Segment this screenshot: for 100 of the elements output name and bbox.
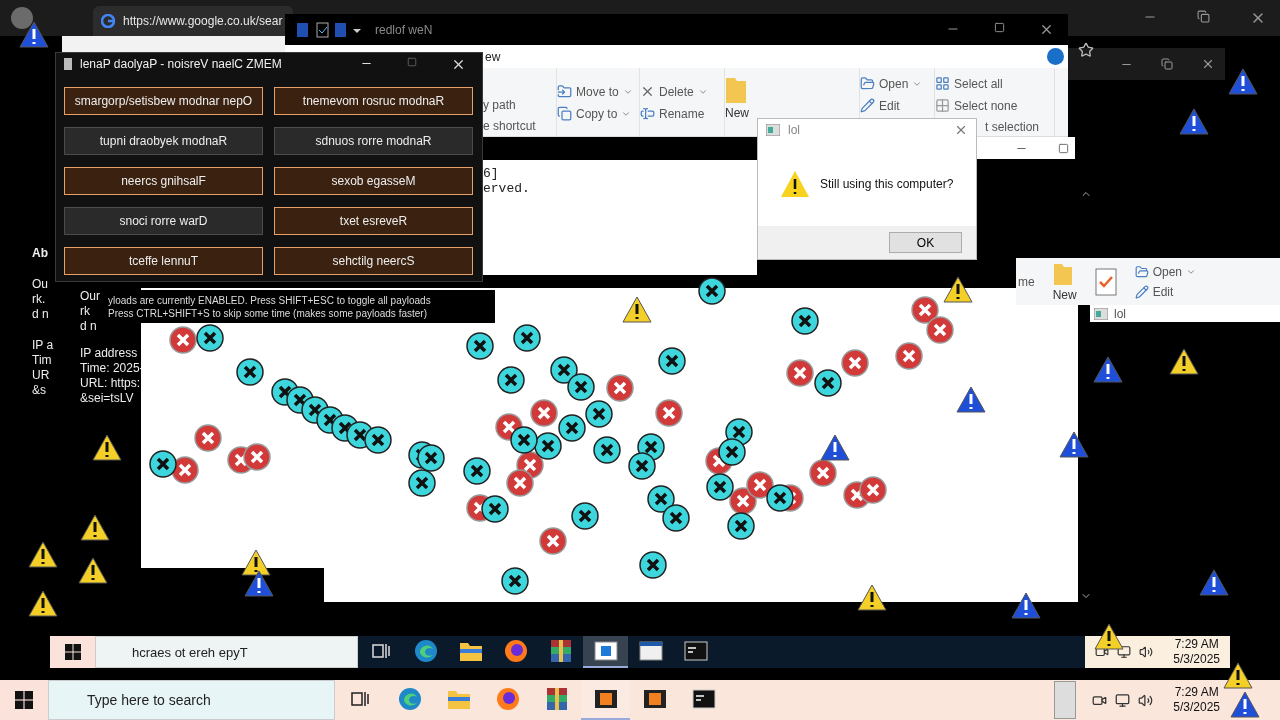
windows-icon [64, 644, 81, 660]
ribbon-item[interactable]: Rename [640, 106, 705, 121]
warning-icon [1094, 623, 1124, 650]
ribbon-label[interactable]: me [1018, 274, 1035, 289]
open-icon [860, 76, 875, 91]
ribbon-tab[interactable]: ew [485, 49, 501, 64]
x-circle-icon [571, 502, 599, 530]
page-text: Ou [32, 277, 48, 292]
x-circle-icon [706, 473, 734, 501]
star-icon[interactable] [1078, 42, 1094, 58]
payload-toggle[interactable]: txet esreveR [274, 207, 473, 235]
close-icon[interactable] [1201, 57, 1215, 71]
ribbon-item[interactable]: Delete [640, 84, 708, 99]
payload-toggle[interactable]: tnemevom rosruc modnaR [274, 87, 473, 115]
folder-icon [725, 76, 747, 104]
payload-toggle[interactable]: sdnuos rorre modnaR [274, 127, 473, 155]
rename-icon [640, 106, 655, 121]
slides-icon [593, 689, 618, 709]
network-icon[interactable] [1115, 692, 1131, 708]
ribbon-item[interactable]: Select none [935, 98, 1018, 113]
ribbon-item[interactable]: Edit [860, 98, 900, 113]
volume-icon[interactable] [1138, 692, 1154, 708]
ribbon-item[interactable]: Move to [557, 84, 633, 99]
page-text: IP a [32, 338, 54, 353]
volume-icon[interactable] [1139, 645, 1154, 659]
payload-toggle[interactable]: sexob egasseM [274, 167, 473, 195]
payload-toggle[interactable]: smargorp/setisbew modnar nepO [64, 87, 263, 115]
ribbon-item[interactable]: y path [483, 98, 516, 112]
x-circle-icon [149, 450, 177, 478]
edit-icon [1134, 284, 1149, 299]
search-field[interactable]: hcraes ot ereh epyT [95, 636, 358, 668]
folder-icon [458, 640, 483, 662]
archive-icon [545, 687, 568, 711]
ribbon-label[interactable]: New [1052, 287, 1077, 302]
alert-icon [956, 386, 986, 413]
taskbar-app[interactable] [581, 680, 630, 720]
ribbon-item[interactable]: Copy to [557, 106, 632, 121]
status-line: Press CTRL+SHIFT+S to skip some time (makes some payloads faster) [108, 307, 428, 319]
ribbon-item[interactable]: e shortcut [483, 119, 536, 133]
ok-button[interactable]: OK [889, 232, 962, 253]
search-field[interactable]: Type here to search [48, 680, 335, 720]
error-icon [539, 527, 567, 555]
copy-icon [557, 106, 572, 121]
error-icon [859, 476, 887, 504]
x-circle-icon [497, 366, 525, 394]
ribbon-item[interactable]: Open [860, 76, 923, 91]
x-circle-icon [501, 567, 529, 595]
open-icon [1134, 264, 1149, 279]
page-text: Ab [32, 246, 48, 261]
warning-icon [1223, 662, 1253, 689]
x-circle-icon [466, 332, 494, 360]
avatar-icon[interactable] [11, 7, 33, 29]
ribbon-label[interactable]: New [725, 106, 749, 120]
page-text: IP address [80, 346, 138, 361]
ribbon-item[interactable]: t selection [985, 120, 1040, 134]
page-text: Time: 2025- [80, 361, 144, 376]
restore-icon[interactable] [1197, 10, 1210, 23]
taskbar-app[interactable] [583, 636, 628, 668]
x-circle-icon [628, 452, 656, 480]
x-circle-icon [814, 369, 842, 397]
x-circle-icon [662, 504, 690, 532]
start-button[interactable] [50, 636, 95, 668]
payload-toggle[interactable]: snoci rorre warD [64, 207, 263, 235]
maximize-icon[interactable] [1058, 142, 1069, 154]
app-icon [1094, 307, 1108, 320]
move-icon [557, 84, 572, 99]
close-icon[interactable] [1039, 22, 1054, 37]
error-icon [606, 374, 634, 402]
page-text: rk. [32, 292, 46, 307]
ribbon-item[interactable]: Select all [935, 76, 1003, 91]
payload-toggle[interactable]: tceffe lennuT [64, 247, 263, 275]
payload-toggle[interactable]: tupni draobyek modnaR [64, 127, 263, 155]
x-circle-icon [567, 373, 595, 401]
restore-icon[interactable] [1161, 58, 1173, 70]
warning-icon [622, 296, 652, 323]
error-icon [243, 443, 271, 471]
browser-icon [413, 639, 438, 663]
dialog-title: lol [788, 123, 800, 137]
network-icon[interactable] [1117, 645, 1132, 659]
window-icon [638, 641, 663, 661]
payload-toggle[interactable]: sehctilg neercS [274, 247, 473, 275]
app-icon [766, 124, 780, 136]
x-circle-icon [236, 358, 264, 386]
payload-toggle[interactable]: neercs gnihsalF [64, 167, 263, 195]
properties-icon [1094, 267, 1117, 296]
terminal-icon [691, 689, 716, 709]
x-circle-icon [585, 400, 613, 428]
page-text: UR [32, 368, 50, 383]
browser-tab[interactable]: https://www.google.co.uk/sear [93, 6, 293, 36]
maximize-icon[interactable] [994, 22, 1005, 33]
folder-icon [1052, 261, 1073, 286]
alert-icon [1199, 569, 1229, 596]
ribbon-item[interactable]: Edit [1134, 284, 1197, 299]
page-text: d n [80, 319, 97, 334]
folder-icon [446, 688, 471, 710]
select-none-icon [935, 98, 950, 113]
search-engine-icon [101, 14, 115, 28]
browser-icon [503, 639, 528, 663]
ribbon-item[interactable]: Open [1134, 264, 1197, 279]
help-icon[interactable] [1047, 48, 1064, 65]
